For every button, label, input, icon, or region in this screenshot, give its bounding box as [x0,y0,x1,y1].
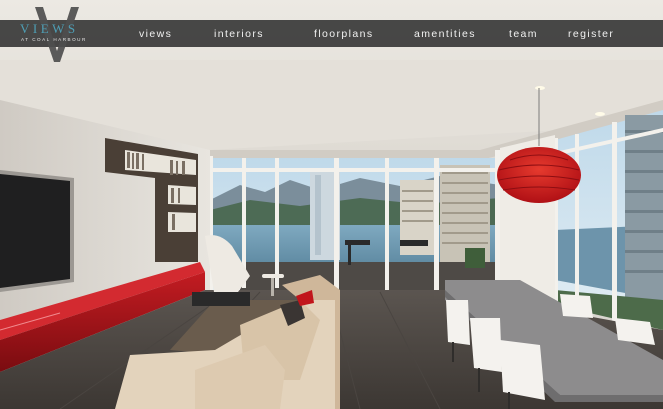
ceiling-light [535,86,545,90]
tv-icon [0,170,74,292]
nav-link-amenities[interactable]: amentities [414,20,476,47]
nav-link-register[interactable]: register [568,20,614,47]
nav-link-floorplans[interactable]: floorplans [314,20,374,47]
nav-link-views[interactable]: views [139,20,172,47]
brand-logo[interactable]: VIEWS AT COAL HARBOUR [14,7,100,62]
nav-link-team[interactable]: team [509,20,538,47]
nav-link-interiors[interactable]: interiors [214,20,264,47]
logo-wordmark: VIEWS [20,21,79,36]
ceiling-light [595,112,605,116]
logo-tagline: AT COAL HARBOUR [21,37,87,42]
